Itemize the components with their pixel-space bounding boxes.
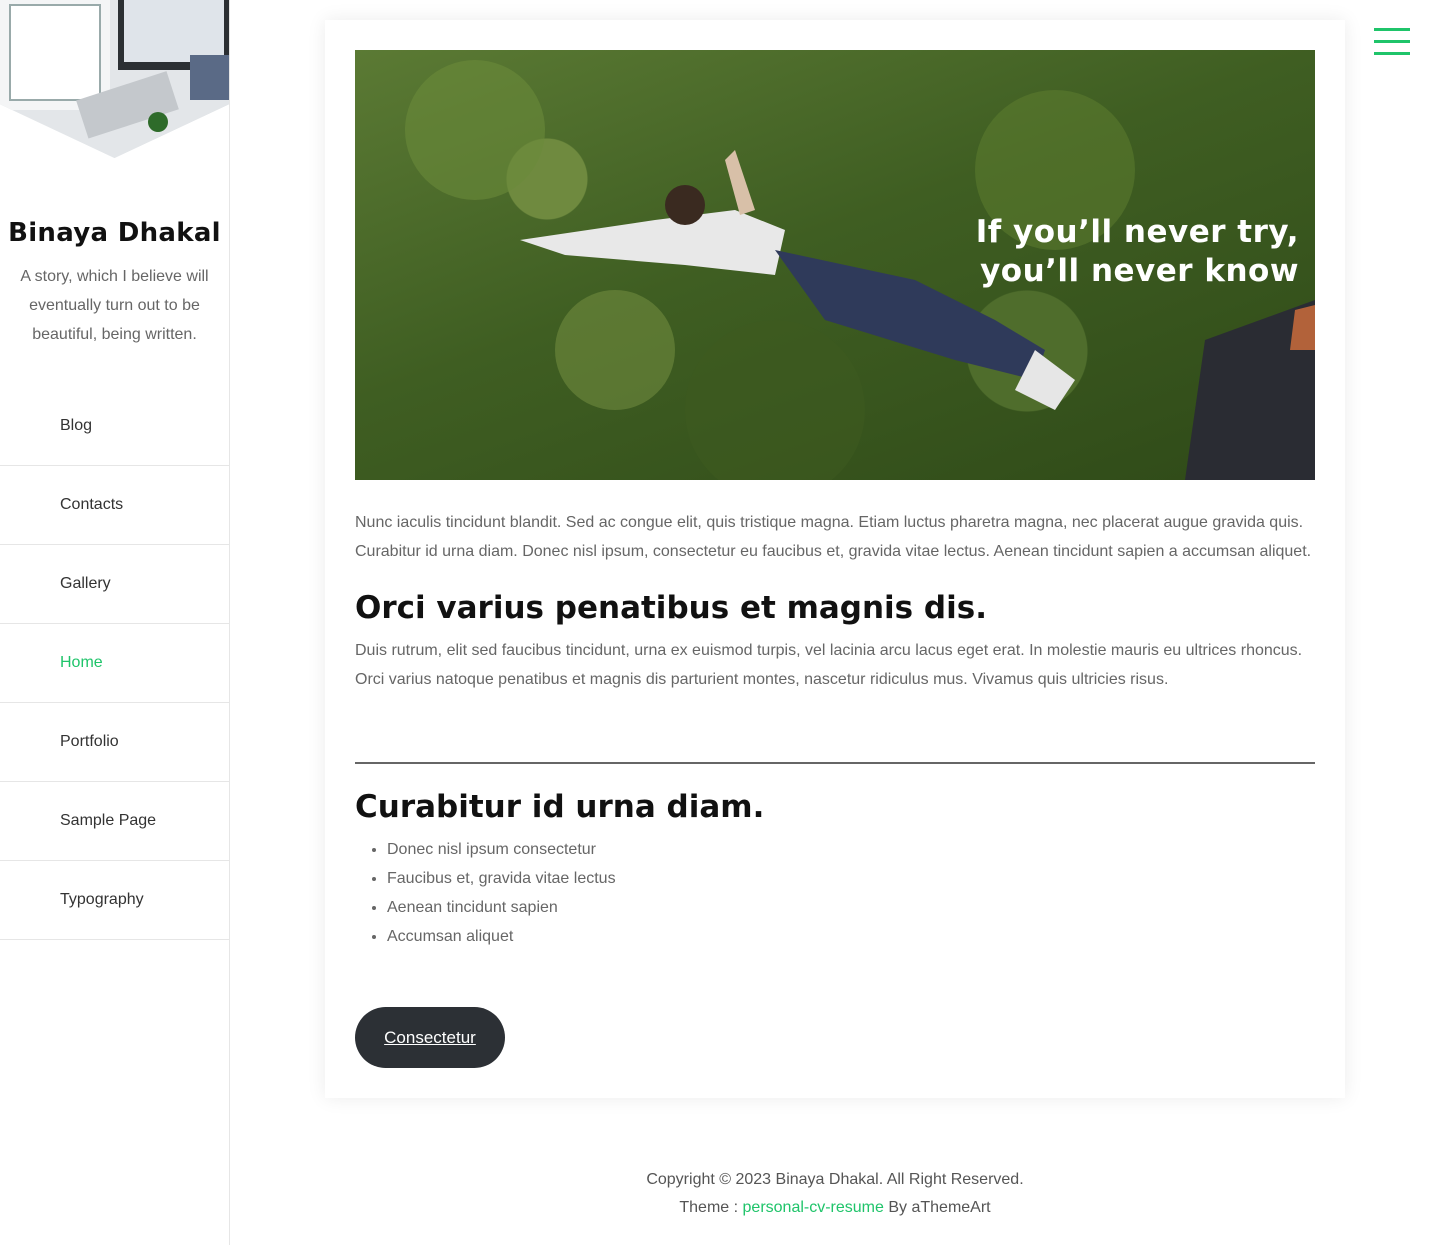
horizontal-rule [355,762,1315,764]
footer-theme-suffix: By aThemeArt [888,1199,991,1216]
hero-image: If you’ll never try, you’ll never know [355,50,1315,480]
sidebar-item-typography[interactable]: Typography [0,861,229,940]
hero-quote-line2: you’ll never know [980,253,1299,289]
sidebar-nav: Blog Contacts Gallery Home Portfolio Sam… [0,387,229,940]
footer-theme: Theme : personal-cv-resume By aThemeArt [325,1199,1345,1217]
hero-quote-line1: If you’ll never try, [975,214,1299,250]
sidebar-item-blog[interactable]: Blog [0,387,229,466]
list-item: Donec nisl ipsum consectetur [387,835,616,864]
sidebar-item-portfolio[interactable]: Portfolio [0,703,229,782]
intro-paragraph: Nunc iaculis tincidunt blandit. Sed ac c… [355,514,1312,560]
list-item: Accumsan aliquet [387,922,616,951]
workspace-photo [0,0,229,158]
site-title[interactable]: Binaya Dhakal [0,218,229,248]
heading-curabitur: Curabitur id urna diam. [355,789,765,825]
footer-theme-prefix: Theme : [679,1199,739,1216]
sidebar-item-sample-page[interactable]: Sample Page [0,782,229,861]
sidebar-item-home[interactable]: Home [0,624,229,703]
list-item: Faucibus et, gravida vitae lectus [387,864,616,893]
footer-copyright: Copyright © 2023 Binaya Dhakal. All Righ… [646,1171,1024,1188]
avatar [0,0,229,158]
theme-link[interactable]: personal-cv-resume [743,1199,884,1216]
list-item: Aenean tincidunt sapien [387,893,616,922]
sidebar: Binaya Dhakal A story, which I believe w… [0,0,230,1245]
body-paragraph: Duis rutrum, elit sed faucibus tincidunt… [355,642,1303,688]
hamburger-icon[interactable] [1374,28,1410,56]
consectetur-button[interactable]: Consectetur [355,1007,505,1068]
heading-orci: Orci varius penatibus et magnis dis. [355,590,987,626]
sidebar-item-contacts[interactable]: Contacts [0,466,229,545]
sidebar-item-gallery[interactable]: Gallery [0,545,229,624]
hero-quote: If you’ll never try, you’ll never know [976,213,1299,291]
bullet-list: Donec nisl ipsum consectetur Faucibus et… [387,835,616,951]
site-description: A story, which I believe will eventually… [20,268,209,343]
post-card: If you’ll never try, you’ll never know N… [325,20,1345,1098]
